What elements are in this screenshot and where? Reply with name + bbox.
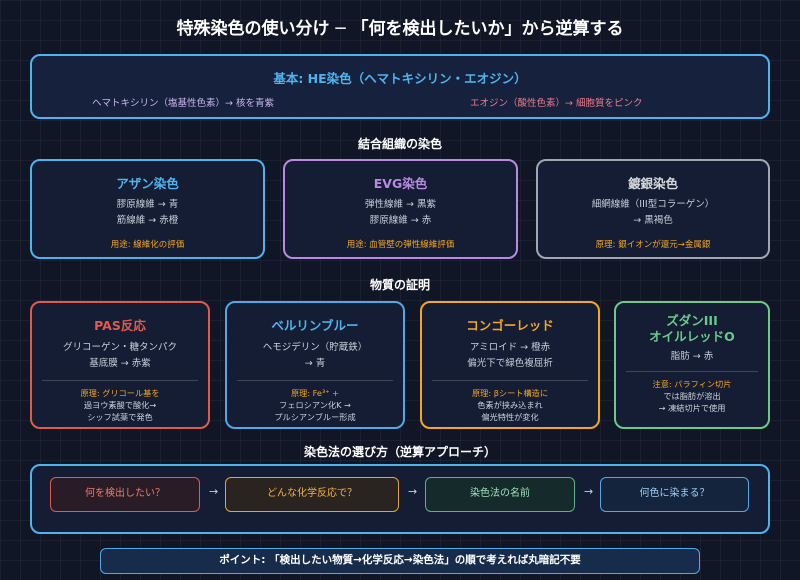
congo-line1: アミロイド → 橙赤 [469, 342, 551, 353]
pas-note1: 原理: グリコール基を [80, 388, 160, 398]
sudan-line1: 脂肪 → 赤 [670, 351, 714, 362]
silver-title: 鍍銀染色 [627, 176, 678, 191]
evg-line1: 弾性線維 → 黒紫 [365, 199, 436, 210]
berlin-box: ベルリンブルー ヘモジデリン（貯蔵鉄） → 青 原理: Fe³⁺ + フェロシア… [225, 301, 405, 429]
sudan-note2: では脂肪が溶出 [663, 391, 721, 401]
sudan-title: ズダンIII [666, 313, 718, 328]
berlin-line1: ヘモジデリン（貯蔵鉄） [262, 342, 368, 353]
congo-note1: 原理: βシート構造に [471, 388, 549, 398]
congo-note3: 偏光特性が変化 [481, 412, 539, 422]
azan-note: 用途: 線維化の評価 [110, 240, 185, 250]
congo-divider [432, 380, 588, 381]
congo-title: コンゴーレッド [466, 318, 554, 333]
berlin-note2: フェロシアン化K → [279, 400, 351, 410]
pas-title: PAS反応 [94, 318, 146, 333]
pas-box: PAS反応 グリコーゲン・糖タンパク 基底膜 → 赤紫 原理: グリコール基を … [30, 301, 210, 429]
sudan-box: ズダンIII オイルレッドO 脂肪 → 赤 注意: パラフィン切片 では脂肪が溶… [614, 301, 770, 429]
berlin-line2: → 青 [304, 358, 326, 369]
sudan-divider [626, 371, 758, 372]
berlin-title: ベルリンブルー [271, 318, 359, 333]
silver-line1: 細網線維（III型コラーゲン） [591, 199, 715, 210]
silver-box: 鍍銀染色 細網線維（III型コラーゲン） → 黒褐色 原理: 銀イオンが還元→金… [536, 159, 770, 259]
congo-note2: 色素が挟み込まれ [477, 400, 543, 410]
sudan-title2: オイルレッドO [649, 329, 735, 344]
evg-line2: 膠原線維 → 赤 [369, 215, 432, 226]
he-hematoxylin: ヘマトキシリン（塩基性色素）→ 核を青紫 [92, 98, 274, 109]
flow-step-detect: 何を検出したい？ [50, 477, 200, 512]
pas-divider [42, 380, 198, 381]
azan-title: アザン染色 [116, 176, 179, 191]
sudan-note3: → 凍結切片で使用 [658, 403, 726, 413]
section-method: 染色法の選び方（逆算アプローチ） [303, 445, 496, 459]
congo-line2: 偏光下で緑色複屈折 [467, 358, 553, 369]
evg-note: 用途: 血管壁の弾性線維評価 [346, 240, 455, 250]
he-eosin: エオジン（酸性色素）→ 細胞質をピンク [470, 98, 643, 109]
berlin-divider [237, 380, 393, 381]
silver-note: 原理: 銀イオンが還元→金属銀 [595, 240, 711, 250]
azan-line2: 筋線維 → 赤橙 [116, 215, 179, 226]
he-box: 基本: HE染色（ヘマトキシリン・エオジン） ヘマトキシリン（塩基性色素）→ 核… [30, 54, 770, 119]
he-title: 基本: HE染色（ヘマトキシリン・エオジン） [273, 71, 527, 86]
section-connective: 結合組織の染色 [357, 137, 442, 151]
arrow-icon: → [408, 485, 418, 498]
silver-line2: → 黒褐色 [633, 215, 673, 226]
flow-step-reaction: どんな化学反応で？ [225, 477, 399, 512]
section-substance: 物質の証明 [369, 278, 430, 292]
flow-step-method: 染色法の名前 [425, 477, 575, 512]
berlin-note1: 原理: Fe³⁺ + [290, 388, 340, 398]
azan-line1: 膠原線維 → 青 [116, 199, 179, 210]
flow-step-color: 何色に染まる？ [600, 477, 749, 512]
pas-note3: シッフ試薬で発色 [87, 412, 153, 422]
azan-box: アザン染色 膠原線維 → 青 筋線維 → 赤橙 用途: 線維化の評価 [30, 159, 265, 259]
pas-line2: 基底膜 → 赤紫 [89, 358, 151, 369]
point-banner: ポイント: 「検出したい物質→化学反応→染色法」の順で考えれば丸暗記不要 [100, 548, 700, 574]
pas-note2: 過ヨウ素酸で酸化→ [83, 400, 157, 410]
arrow-icon: → [584, 485, 594, 498]
berlin-note3: プルシアンブルー形成 [274, 412, 356, 422]
sudan-note1: 注意: パラフィン切片 [652, 379, 732, 389]
evg-box: EVG染色 弾性線維 → 黒紫 膠原線維 → 赤 用途: 血管壁の弾性線維評価 [283, 159, 518, 259]
congo-box: コンゴーレッド アミロイド → 橙赤 偏光下で緑色複屈折 原理: βシート構造に… [420, 301, 600, 429]
page-title: 特殊染色の使い分け ─ 「何を検出したいか」から逆算する [176, 19, 624, 39]
evg-title: EVG染色 [373, 176, 428, 191]
pas-line1: グリコーゲン・糖タンパク [62, 342, 177, 353]
arrow-icon: → [209, 485, 219, 498]
